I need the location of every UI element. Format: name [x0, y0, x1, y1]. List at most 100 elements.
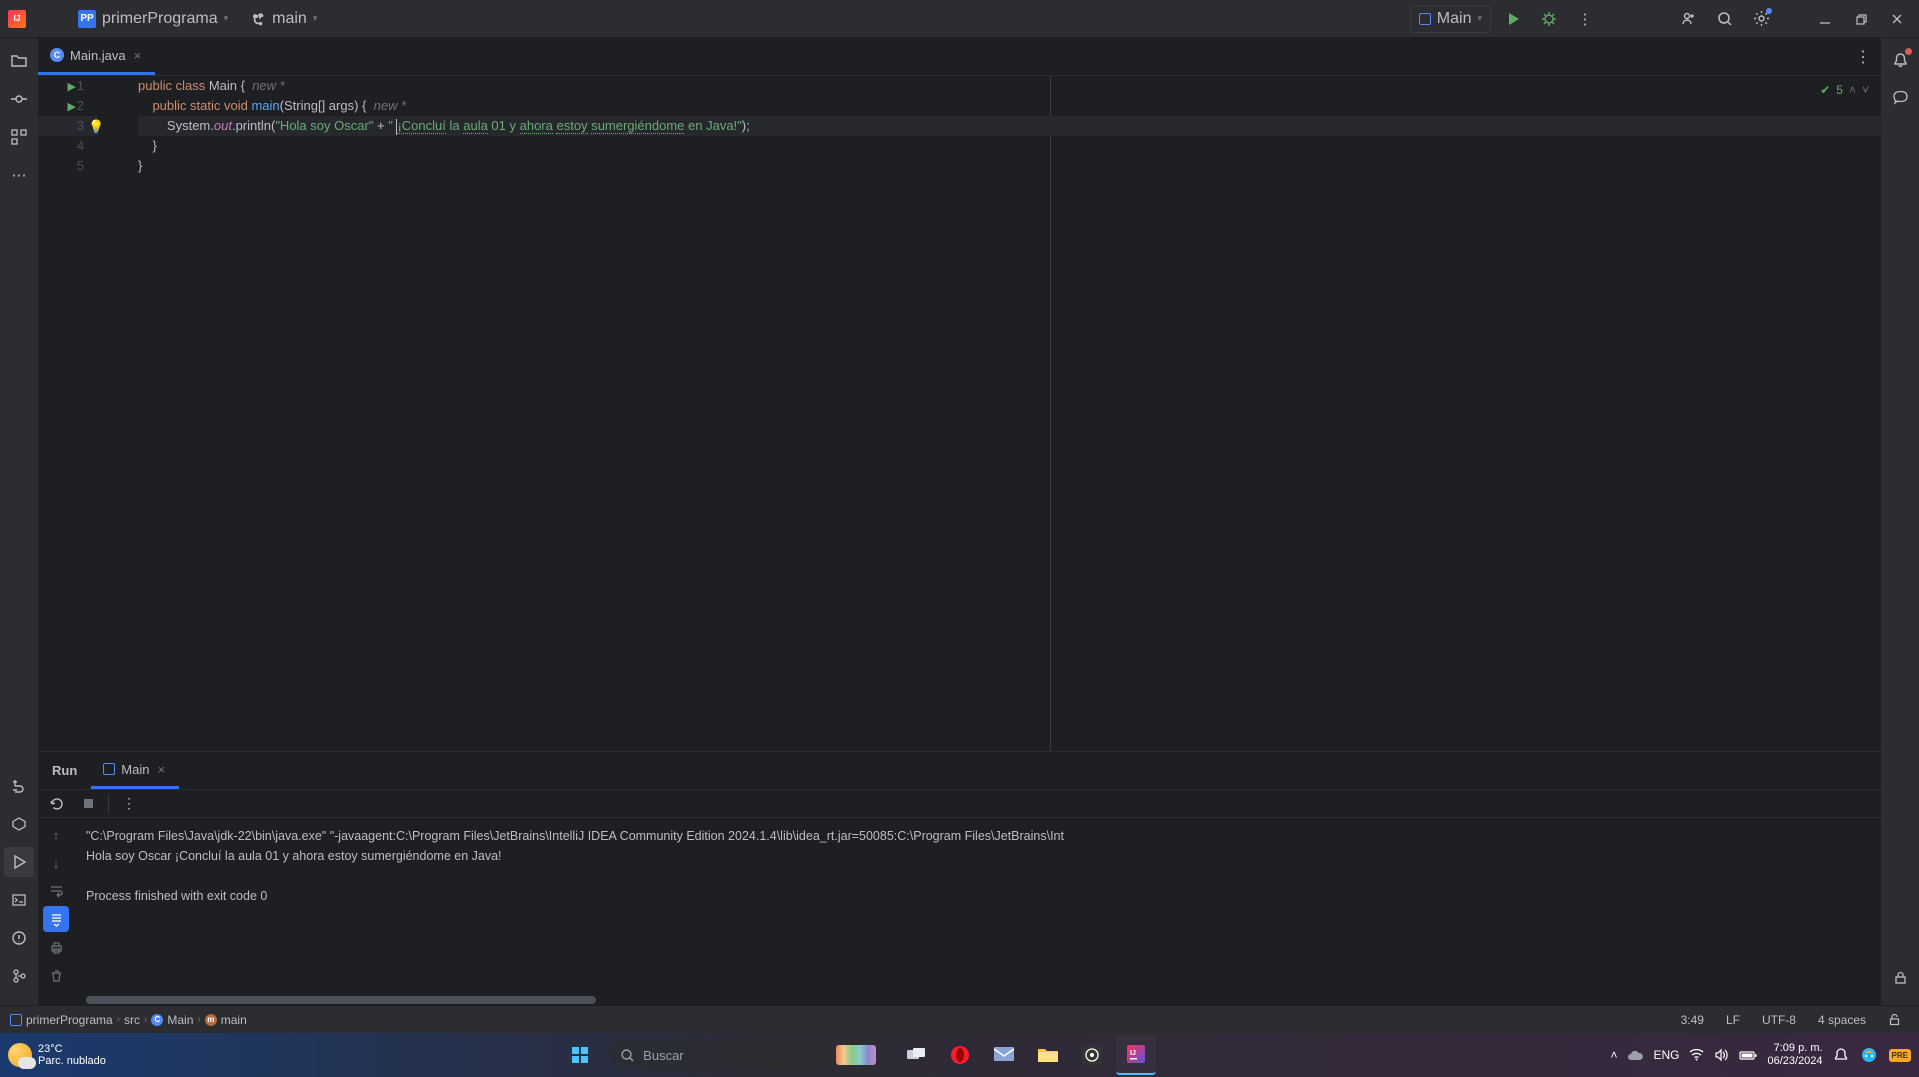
intellij-logo: IJ [8, 10, 26, 28]
run-gutter-icon[interactable]: ▶ [68, 77, 76, 97]
run-button[interactable] [1499, 5, 1527, 33]
run-tab-label: Main [121, 762, 149, 777]
services-tool-button[interactable] [4, 809, 34, 839]
taskbar-app-mail[interactable] [984, 1035, 1024, 1075]
search-button[interactable] [1711, 5, 1739, 33]
language-indicator[interactable]: ENG [1653, 1048, 1679, 1062]
weather-icon [8, 1043, 32, 1067]
scroll-to-end-button[interactable] [43, 906, 69, 932]
start-button[interactable] [560, 1035, 600, 1075]
minimize-button[interactable] [1811, 5, 1839, 33]
volume-icon[interactable] [1714, 1048, 1729, 1062]
editor-gutter[interactable]: ▶1 ▶2 3 4 5 [38, 76, 98, 751]
wifi-icon[interactable] [1689, 1049, 1704, 1061]
intention-bulb-icon[interactable]: 💡 [88, 117, 104, 137]
bookmarks-tool-button[interactable] [4, 771, 34, 801]
copilot-icon[interactable] [1859, 1045, 1879, 1065]
terminal-tool-button[interactable] [4, 885, 34, 915]
branch-icon [252, 12, 266, 26]
svg-text:IJ: IJ [1130, 1050, 1136, 1057]
run-panel-title: Run [38, 752, 91, 789]
horizontal-scrollbar[interactable] [38, 995, 1881, 1005]
git-branch-selector[interactable]: main ▾ [244, 6, 325, 32]
close-button[interactable] [1883, 5, 1911, 33]
run-gutter-icon[interactable]: ▶ [68, 97, 76, 117]
rerun-button[interactable] [44, 792, 68, 816]
run-config-tab[interactable]: Main × [91, 752, 179, 789]
code-with-me-button[interactable] [1675, 5, 1703, 33]
soft-wrap-button[interactable] [43, 878, 69, 904]
update-badge-icon [1766, 8, 1772, 14]
tab-options-button[interactable]: ⋮ [1845, 38, 1881, 75]
commit-tool-button[interactable] [4, 84, 34, 114]
runconfig-icon [103, 763, 115, 775]
battery-icon[interactable] [1739, 1050, 1757, 1061]
weather-widget[interactable]: 23°CParc. nublado [8, 1043, 106, 1067]
more-tools-button[interactable]: ⋯ [4, 160, 34, 190]
search-placeholder: Buscar [643, 1048, 683, 1063]
main-menu-button[interactable] [34, 5, 62, 33]
console-options-button[interactable]: ⋮ [117, 792, 141, 816]
runconfig-icon [1419, 13, 1431, 25]
clock[interactable]: 7:09 p. m. 06/23/2024 [1767, 1042, 1822, 1068]
java-class-icon: C [50, 48, 64, 62]
run-tool-button[interactable] [4, 847, 34, 877]
breadcrumb[interactable]: primerPrograma › src › C Main › m main [10, 1013, 247, 1027]
onedrive-icon[interactable] [1627, 1049, 1643, 1061]
tray-overflow-button[interactable]: ˄ [1610, 1048, 1617, 1062]
more-actions-button[interactable]: ⋮ [1571, 5, 1599, 33]
readonly-toggle[interactable] [1880, 1013, 1909, 1026]
ai-assistant-button[interactable] [1886, 82, 1914, 110]
indent-info[interactable]: 4 spaces [1810, 1013, 1874, 1027]
restore-button[interactable] [1847, 5, 1875, 33]
taskbar-app-intellij[interactable]: IJ [1116, 1035, 1156, 1075]
problems-tool-button[interactable] [4, 923, 34, 953]
git-tool-button[interactable] [4, 961, 34, 991]
taskbar-app-obs[interactable] [1072, 1035, 1112, 1075]
project-tool-button[interactable] [4, 46, 34, 76]
notification-dot-icon [1905, 48, 1912, 55]
settings-button[interactable] [1747, 5, 1775, 33]
up-stack-button[interactable]: ↑ [43, 822, 69, 848]
taskbar-app-explorer[interactable] [1028, 1035, 1068, 1075]
taskbar-search[interactable]: Buscar [608, 1040, 888, 1070]
chevron-down-icon: ▾ [1477, 13, 1482, 24]
lock-editor-button[interactable] [1886, 963, 1914, 991]
copilot-pre-icon[interactable]: PRE [1889, 1049, 1911, 1062]
notifications-tray-button[interactable] [1833, 1047, 1849, 1063]
file-tab-label: Main.java [70, 48, 126, 63]
run-config-selector[interactable]: Main ▾ [1410, 5, 1491, 33]
clear-button[interactable] [43, 962, 69, 988]
branch-name: main [272, 10, 307, 28]
structure-tool-button[interactable] [4, 122, 34, 152]
notifications-button[interactable] [1886, 46, 1914, 74]
project-selector[interactable]: PP primerPrograma ▾ [70, 6, 236, 32]
taskbar-app-opera[interactable] [940, 1035, 980, 1075]
task-view-button[interactable] [896, 1035, 936, 1075]
console-output[interactable]: "C:\Program Files\Java\jdk-22\bin\java.e… [74, 818, 1881, 995]
stop-button[interactable] [76, 792, 100, 816]
line-separator[interactable]: LF [1718, 1013, 1748, 1027]
file-encoding[interactable]: UTF-8 [1754, 1013, 1804, 1027]
class-icon: C [151, 1014, 163, 1026]
close-tab-button[interactable]: × [132, 48, 144, 63]
chevron-right-icon: › [197, 1014, 200, 1025]
file-tab[interactable]: C Main.java × [38, 38, 155, 75]
search-icon [620, 1048, 635, 1063]
search-highlight-icon [836, 1045, 876, 1065]
project-badge: PP [78, 10, 96, 28]
project-name: primerPrograma [102, 10, 218, 28]
chevron-down-icon: ▾ [313, 13, 318, 24]
module-icon [10, 1014, 22, 1026]
chevron-right-icon: › [117, 1014, 120, 1025]
run-config-name: Main [1437, 10, 1472, 28]
code-editor[interactable]: ✔ 5 ˄ ˅ ▶1 ▶2 3 4 5 public class Main { … [38, 76, 1881, 751]
method-icon: m [205, 1014, 217, 1026]
debug-button[interactable] [1535, 5, 1563, 33]
chevron-down-icon: ▾ [224, 13, 229, 24]
close-tab-button[interactable]: × [155, 762, 167, 777]
chevron-right-icon: › [144, 1014, 147, 1025]
print-button[interactable] [43, 934, 69, 960]
down-stack-button[interactable]: ↓ [43, 850, 69, 876]
caret-position[interactable]: 3:49 [1673, 1013, 1712, 1027]
